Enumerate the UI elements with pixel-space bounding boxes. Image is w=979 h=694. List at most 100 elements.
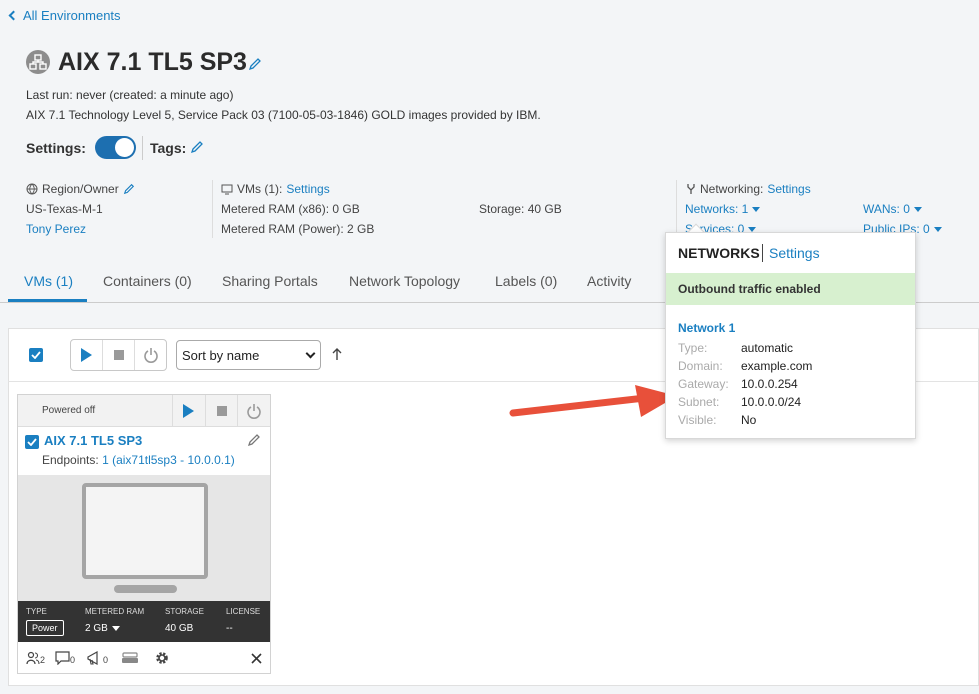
tab-vms[interactable]: VMs (1) <box>24 273 73 289</box>
sort-select-value: Sort by name <box>182 348 260 363</box>
vm-start-button[interactable] <box>172 395 205 427</box>
play-icon <box>183 404 195 418</box>
region-value: US-Texas-M-1 <box>26 202 103 216</box>
region-owner-label: Region/Owner <box>42 182 119 196</box>
owner-link[interactable]: Tony Perez <box>26 222 86 236</box>
column-divider <box>212 180 213 238</box>
storage-value: 40 GB <box>165 623 194 634</box>
tab-network-topology[interactable]: Network Topology <box>349 273 460 289</box>
stop-all-button[interactable] <box>103 340 135 370</box>
vm-card-header: Powered off <box>18 395 270 427</box>
edit-vm-pencil-icon[interactable] <box>247 433 261 450</box>
tab-sharing-portals[interactable]: Sharing Portals <box>222 273 318 289</box>
settings-label: Settings: <box>26 140 86 156</box>
region-owner-heading: Region/Owner <box>26 182 135 196</box>
type-value: Power <box>26 620 64 636</box>
back-link-label: All Environments <box>23 8 121 23</box>
tab-labels[interactable]: Labels (0) <box>495 273 557 289</box>
vm-select-checkbox[interactable] <box>25 435 39 449</box>
network-subnet-label: Subnet: <box>678 395 720 409</box>
annotation-arrow-icon <box>509 385 677 417</box>
globe-icon <box>26 183 38 195</box>
vm-console-thumbnail[interactable] <box>18 475 270 601</box>
network-name-link[interactable]: Network 1 <box>678 321 735 335</box>
divider <box>142 136 143 160</box>
license-label: LICENSE <box>226 607 261 616</box>
networking-label: Networking: <box>700 182 764 196</box>
vm-settings-button[interactable] <box>154 650 170 669</box>
sort-select[interactable]: Sort by name <box>176 340 321 370</box>
networks-dropdown[interactable]: Networks: 1 <box>685 202 761 216</box>
network-domain-value: example.com <box>741 359 813 373</box>
edit-title-pencil-icon[interactable] <box>248 57 262 74</box>
vms-heading: VMs (1): Settings <box>221 182 330 196</box>
sort-direction-arrow-up-icon[interactable] <box>332 347 342 364</box>
edit-region-pencil-icon[interactable] <box>123 183 135 195</box>
back-link[interactable]: All Environments <box>8 8 121 23</box>
popover-title-divider <box>762 244 763 262</box>
network-gateway-label: Gateway: <box>678 377 729 391</box>
tab-activity[interactable]: Activity <box>587 273 631 289</box>
last-run-value: never (created: a minute ago) <box>76 88 234 102</box>
metered-ram-dropdown[interactable]: 2 GB <box>85 623 120 634</box>
tags-label: Tags: <box>150 140 187 156</box>
storage-label: STORAGE <box>165 607 204 616</box>
monitor-stand <box>114 585 177 593</box>
edit-tags-pencil-icon[interactable] <box>190 140 204 157</box>
comments-button[interactable]: 0 <box>55 651 75 665</box>
vm-power-controls <box>172 395 270 427</box>
chevron-left-icon <box>8 10 19 21</box>
vm-card-footer: 2 0 0 <box>18 642 270 673</box>
metered-ram-value: 2 GB <box>85 623 108 634</box>
caret-down-icon <box>752 207 761 213</box>
network-type-label: Type: <box>678 341 708 355</box>
users-icon <box>26 651 40 665</box>
wans-dropdown-label: WANs: 0 <box>863 202 910 216</box>
endpoints-link[interactable]: 1 (aix71tl5sp3 - 10.0.0.1) <box>102 453 235 467</box>
caret-down-icon <box>111 625 120 631</box>
popover-settings-link[interactable]: Settings <box>769 245 820 261</box>
caret-down-icon <box>913 207 922 213</box>
stack-button[interactable] <box>121 651 139 668</box>
power-icon <box>247 404 261 419</box>
select-all-checkbox[interactable] <box>29 348 43 362</box>
comments-count: 0 <box>70 655 76 665</box>
start-all-button[interactable] <box>71 340 103 370</box>
shutdown-all-button[interactable] <box>135 340 166 370</box>
networks-dropdown-label: Networks: 1 <box>685 202 749 216</box>
networks-popover: NETWORKS Settings Outbound traffic enabl… <box>665 232 916 439</box>
wans-dropdown[interactable]: WANs: 0 <box>863 202 922 216</box>
close-icon <box>251 653 262 664</box>
caret-down-icon <box>933 227 942 233</box>
tab-containers[interactable]: Containers (0) <box>103 273 192 289</box>
stop-icon <box>216 406 227 416</box>
vm-endpoints: Endpoints: 1 (aix71tl5sp3 - 10.0.0.1) <box>42 453 235 467</box>
power-icon <box>143 348 158 363</box>
last-run-label: Last run: <box>26 88 73 102</box>
alerts-button[interactable]: 0 <box>87 651 108 665</box>
networking-settings-link[interactable]: Settings <box>767 182 810 196</box>
play-icon <box>81 348 92 362</box>
last-run: Last run: never (created: a minute ago) <box>26 88 233 102</box>
network-type-value: automatic <box>741 341 794 355</box>
network-visible-label: Visible: <box>678 413 717 427</box>
settings-toggle[interactable] <box>95 136 136 159</box>
users-button[interactable]: 2 <box>26 651 45 665</box>
license-value: -- <box>226 623 233 634</box>
networking-heading: Networking: Settings <box>686 182 811 196</box>
vm-name-link[interactable]: AIX 7.1 TL5 SP3 <box>44 433 142 448</box>
vm-stop-button[interactable] <box>204 395 238 427</box>
vm-shutdown-button[interactable] <box>237 395 270 427</box>
network-subnet-value: 10.0.0.0/24 <box>741 395 802 409</box>
disk-stack-icon <box>122 652 138 663</box>
delete-vm-button[interactable] <box>251 652 262 667</box>
toggle-knob <box>115 138 134 157</box>
vms-settings-link[interactable]: Settings <box>286 182 329 196</box>
vm-status: Powered off <box>42 405 96 416</box>
vm-card: Powered off AIX 7.1 TL5 SP3 Endpoints: 1… <box>17 394 271 674</box>
comment-icon <box>55 651 70 665</box>
vms-label: VMs (1): <box>237 182 283 196</box>
chevron-down-icon <box>305 348 316 359</box>
network-visible-value: No <box>741 413 757 427</box>
gear-icon <box>156 652 168 664</box>
